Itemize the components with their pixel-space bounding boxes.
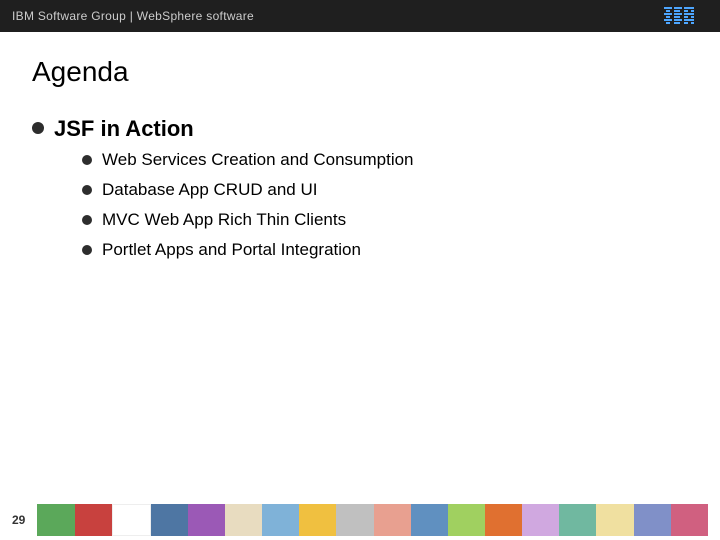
footer-block [151,504,188,536]
list-item: Portlet Apps and Portal Integration [82,240,414,260]
footer-block [112,504,151,536]
bullet-l2-icon [82,155,92,165]
footer-block [596,504,633,536]
list-item-label: Portlet Apps and Portal Integration [102,240,361,260]
list-item: MVC Web App Rich Thin Clients [82,210,414,230]
footer-block [37,504,74,536]
footer-block [225,504,262,536]
footer-block [262,504,299,536]
footer-block [411,504,448,536]
list-item: Database App CRUD and UI [82,180,414,200]
footer-block [485,504,522,536]
footer-image-strip [37,504,708,536]
footer: 29 [0,500,720,540]
section-jsf-label: JSF in Action [54,116,414,142]
list-item-label: MVC Web App Rich Thin Clients [102,210,346,230]
level2-list: Web Services Creation and Consumption Da… [54,150,414,260]
page-title: Agenda [32,56,688,88]
footer-block [522,504,559,536]
footer-block [559,504,596,536]
header-title: IBM Software Group | WebSphere software [12,9,254,23]
list-item: Web Services Creation and Consumption [82,150,414,170]
bullet-l1-icon [32,122,44,134]
footer-block [336,504,373,536]
footer-block [671,504,708,536]
header-bar: IBM Software Group | WebSphere software [0,0,720,32]
bullet-l2-icon [82,185,92,195]
bullet-l2-icon [82,245,92,255]
bullet-l2-icon [82,215,92,225]
section-jsf-in-action: JSF in Action Web Services Creation and … [32,116,688,270]
footer-block [448,504,485,536]
page-number: 29 [12,513,25,527]
list-item-label: Database App CRUD and UI [102,180,317,200]
ibm-logo-icon [664,7,708,25]
footer-block [634,504,671,536]
footer-block [299,504,336,536]
footer-block [188,504,225,536]
list-item-label: Web Services Creation and Consumption [102,150,414,170]
footer-block [374,504,411,536]
footer-block [75,504,112,536]
main-content: Agenda JSF in Action Web Services Creati… [0,32,720,270]
